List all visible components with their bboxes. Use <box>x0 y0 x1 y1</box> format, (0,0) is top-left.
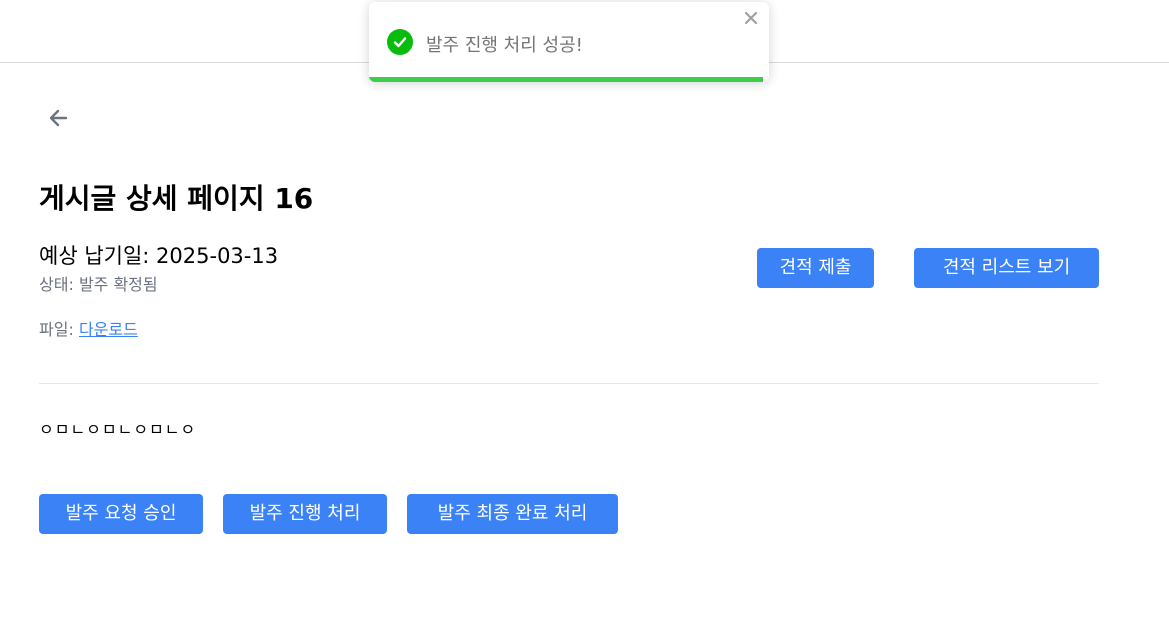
order-status: 상태: 발주 확정됨 <box>39 273 158 297</box>
post-content: ㅇㅁㄴㅇㅁㄴㅇㅁㄴㅇ <box>39 420 197 439</box>
toast-progress-track <box>369 77 769 82</box>
due-date: 예상 납기일: 2025-03-13 <box>39 240 278 272</box>
status-label: 상태: <box>39 275 74 294</box>
download-link[interactable]: 다운로드 <box>79 320 138 339</box>
process-order-button[interactable]: 발주 진행 처리 <box>223 494 387 534</box>
success-toast[interactable]: 발주 진행 처리 성공! <box>369 2 769 82</box>
due-date-label: 예상 납기일: <box>39 244 150 268</box>
toast-progress-bar <box>369 77 763 82</box>
due-date-value: 2025-03-13 <box>156 244 279 268</box>
approve-order-request-button[interactable]: 발주 요청 승인 <box>39 494 203 534</box>
check-circle-icon <box>387 29 413 55</box>
page-title: 게시글 상세 페이지 16 <box>39 182 314 215</box>
divider <box>39 383 1099 384</box>
view-quote-list-button[interactable]: 견적 리스트 보기 <box>914 248 1099 288</box>
file-label: 파일: <box>39 320 74 339</box>
arrow-left-icon[interactable] <box>47 106 71 130</box>
toast-message: 발주 진행 처리 성공! <box>426 35 583 56</box>
close-icon[interactable] <box>743 10 759 26</box>
submit-quote-button[interactable]: 견적 제출 <box>757 248 874 288</box>
complete-order-button[interactable]: 발주 최종 완료 처리 <box>407 494 618 534</box>
status-value: 발주 확정됨 <box>78 275 158 294</box>
file-row: 파일: 다운로드 <box>39 318 138 342</box>
